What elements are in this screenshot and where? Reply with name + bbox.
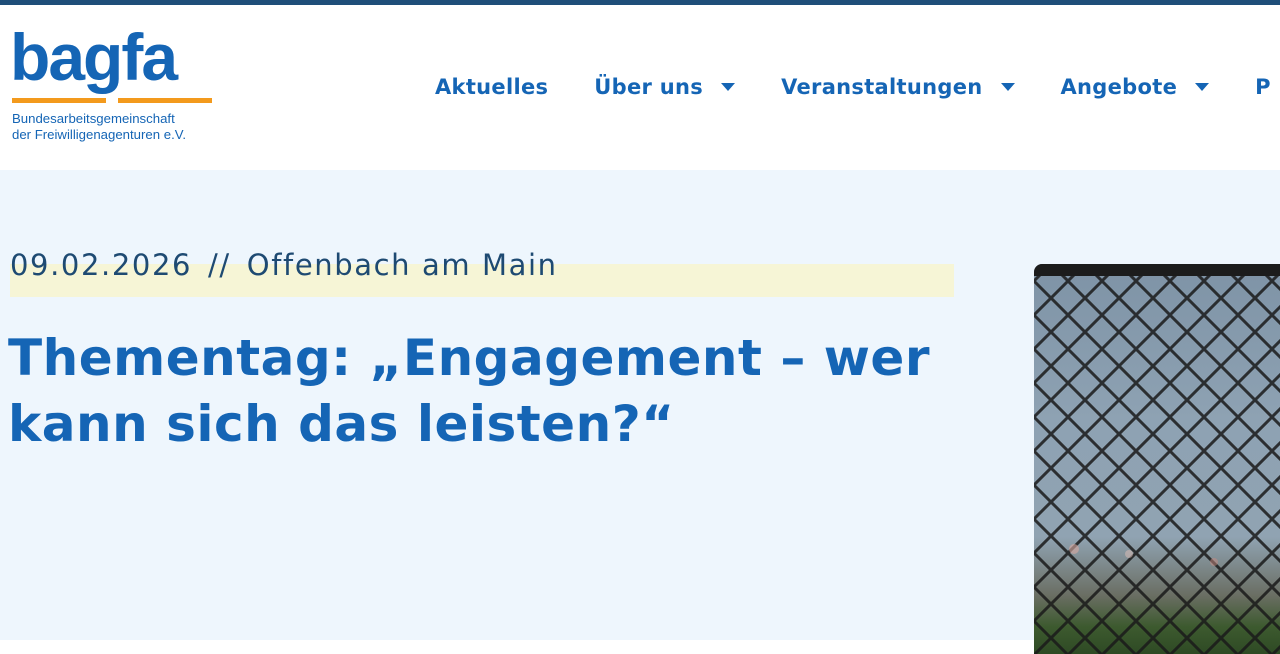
logo-wordmark: bagfa	[10, 20, 178, 94]
nav-item-angebote[interactable]: Angebote	[1061, 75, 1210, 99]
page-title: Thementag: „Engagement – wer kann sich d…	[8, 329, 930, 453]
logo-subtitle-line2: der Freiwilligenagenturen e.V.	[12, 127, 186, 142]
nav-item-label: Angebote	[1060, 75, 1178, 99]
nav-item-label: Veranstaltungen	[781, 75, 983, 99]
chevron-down-icon	[1195, 83, 1210, 91]
nav-item-veranstaltungen[interactable]: Veranstaltungen	[781, 75, 1015, 99]
event-location: Offenbach am Main	[246, 248, 558, 282]
chevron-down-icon	[1000, 83, 1015, 91]
event-date: 09.02.2026	[10, 248, 193, 282]
site-logo[interactable]: bagfa Bundesarbeitsgemeinschaft der Frei…	[10, 21, 220, 152]
nav-item-label: Aktuelles	[435, 75, 549, 99]
event-image	[1034, 264, 1280, 654]
event-meta: 09.02.2026 // Offenbach am Main	[10, 248, 558, 282]
nav-item-aktuelles[interactable]: Aktuelles	[435, 75, 548, 99]
nav-item-truncated[interactable]: P	[1255, 75, 1271, 99]
logo-underline-right	[118, 98, 212, 103]
nav-item-label: Über uns	[594, 75, 704, 99]
logo-subtitle-line1: Bundesarbeitsgemeinschaft	[12, 111, 175, 126]
nav-item-label: P	[1255, 75, 1271, 99]
main-navigation: Aktuelles Über uns Veranstaltungen Angeb…	[435, 67, 1280, 107]
logo-underline-left	[12, 98, 106, 103]
chain-link-fence-icon	[1034, 264, 1280, 654]
nav-item-ueber-uns[interactable]: Über uns	[594, 75, 736, 99]
site-header: bagfa Bundesarbeitsgemeinschaft der Frei…	[0, 5, 1280, 170]
logo-subtitle: Bundesarbeitsgemeinschaft der Freiwillig…	[12, 111, 186, 143]
chevron-down-icon	[721, 83, 736, 91]
meta-separator: //	[208, 248, 231, 282]
event-hero: 09.02.2026 // Offenbach am Main Thementag:…	[0, 170, 1280, 654]
